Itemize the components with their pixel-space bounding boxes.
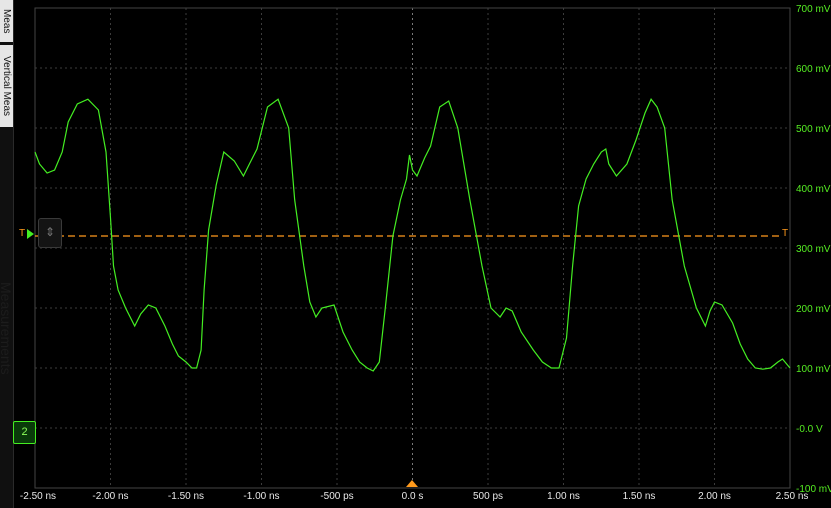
y-tick-label: 200 mV xyxy=(796,304,831,315)
graticule xyxy=(34,7,791,489)
trigger-marker-left-label: T xyxy=(19,228,26,239)
x-tick-label: -500 ps xyxy=(320,491,354,502)
vertical-measure-tab[interactable]: Vertical Meas xyxy=(0,45,13,127)
waveform-plot[interactable] xyxy=(0,0,831,508)
y-tick-label: 600 mV xyxy=(796,64,831,75)
y-tick-label: 400 mV xyxy=(796,184,831,195)
x-tick-label: 500 ps xyxy=(472,491,504,502)
y-tick-label: 300 mV xyxy=(796,244,831,255)
y-tick-label: 700 mV xyxy=(796,4,831,15)
x-tick-label: 1.00 ns xyxy=(547,491,580,502)
trigger-marker-right-label: T xyxy=(782,228,789,239)
channel-number: 2 xyxy=(21,426,28,438)
trigger-arrow-icon[interactable] xyxy=(27,229,34,239)
x-tick-label: 2.50 ns xyxy=(775,491,809,502)
measurements-label: Measurements xyxy=(0,282,14,375)
x-tick-label: 2.00 ns xyxy=(698,491,731,502)
side-panel: Meas Vertical Meas Measurements xyxy=(0,0,14,508)
x-tick-label: -1.50 ns xyxy=(167,491,205,502)
measure-tab[interactable]: Meas xyxy=(0,0,13,42)
x-tick-label: -1.00 ns xyxy=(243,491,280,502)
x-tick-label: 0.0 s xyxy=(401,491,424,502)
y-tick-label: 500 mV xyxy=(796,124,831,135)
horizontal-trigger-position-icon[interactable] xyxy=(406,480,418,487)
channel-ground-marker[interactable]: 2 xyxy=(13,421,36,444)
x-tick-label: -2.50 ns xyxy=(19,491,57,502)
y-tick-label: 100 mV xyxy=(796,364,831,375)
x-tick-label: 1.50 ns xyxy=(622,491,656,502)
position-handle-icon[interactable]: ⇕ xyxy=(38,218,62,248)
x-tick-label: -2.00 ns xyxy=(92,491,129,502)
y-tick-label: -0.0 V xyxy=(796,424,823,435)
